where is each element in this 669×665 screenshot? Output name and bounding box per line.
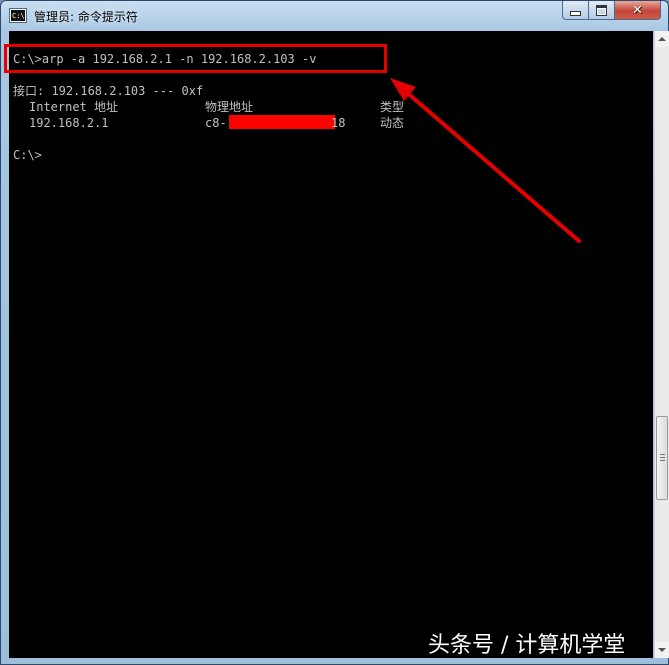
arrow-shaft: [402, 88, 581, 243]
watermark: 头条号 / 计算机学堂: [428, 633, 626, 658]
annotation-arrow: [390, 78, 581, 243]
